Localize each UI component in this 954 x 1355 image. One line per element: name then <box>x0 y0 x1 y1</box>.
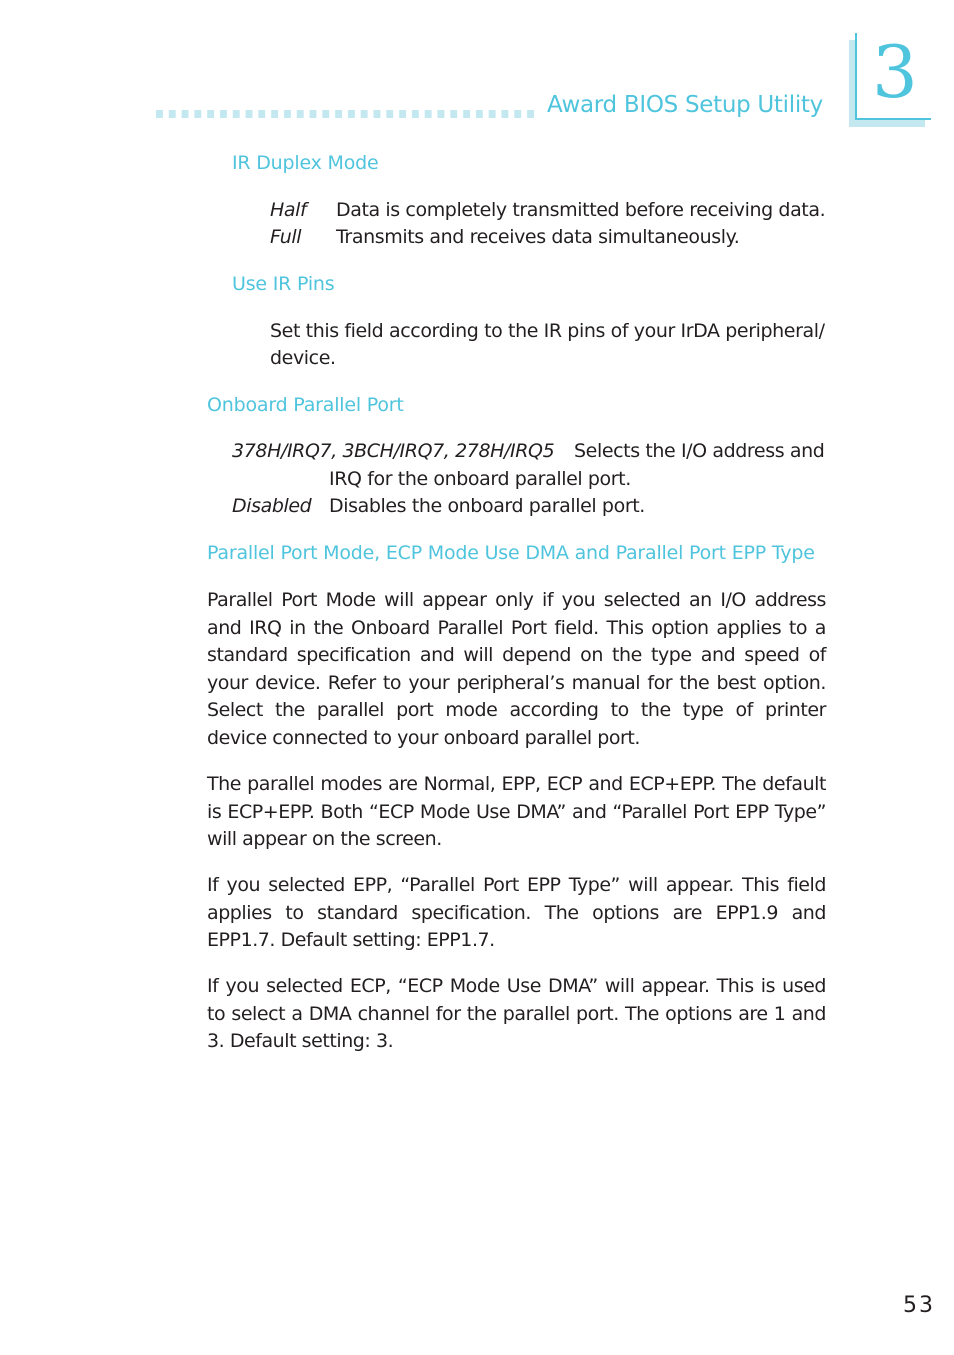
section-heading-parallel-port-mode: Parallel Port Mode, ECP Mode Use DMA and… <box>207 542 815 564</box>
chapter-marker-shadow-horizontal <box>849 120 925 127</box>
option-desc-io-addresses-line1: Selects the I/O address and <box>574 440 825 462</box>
paragraph-parallel-port-mode: Parallel Port Mode will appear only if y… <box>207 589 826 749</box>
page-number: 53 <box>903 1293 935 1318</box>
header-title: Award BIOS Setup Utility <box>547 92 823 118</box>
option-desc-disabled: Disables the onboard parallel port. <box>329 495 645 517</box>
section-heading-onboard-parallel-port: Onboard Parallel Port <box>207 394 404 416</box>
paragraph-ecp-dma: If you selected ECP, “ECP Mode Use DMA” … <box>207 975 826 1052</box>
section-heading-ir-duplex-mode: IR Duplex Mode <box>232 152 379 174</box>
option-desc-io-addresses-line2: IRQ for the onboard parallel port. <box>329 468 631 490</box>
paragraph-epp-type: If you selected EPP, “Parallel Port EPP … <box>207 874 826 951</box>
paragraph-parallel-modes: The parallel modes are Normal, EPP, ECP … <box>207 773 826 850</box>
use-ir-pins-body-line1: Set this field according to the IR pins … <box>270 320 825 342</box>
use-ir-pins-body-line2: device. <box>270 347 336 369</box>
chapter-marker-line-horizontal <box>855 118 931 120</box>
section-heading-use-ir-pins: Use IR Pins <box>232 273 335 295</box>
chapter-number: 3 <box>872 30 918 114</box>
header-dotted-rule <box>156 110 536 118</box>
chapter-marker-line-vertical <box>855 33 857 120</box>
option-term-io-addresses: 378H/IRQ7, 3BCH/IRQ7, 278H/IRQ5 <box>232 440 555 462</box>
option-term-half: Half <box>270 199 307 221</box>
option-term-disabled: Disabled <box>232 495 312 517</box>
option-term-full: Full <box>270 226 302 248</box>
option-desc-full: Transmits and receives data simultaneous… <box>336 226 740 248</box>
option-desc-half: Data is completely transmitted before re… <box>336 199 826 221</box>
